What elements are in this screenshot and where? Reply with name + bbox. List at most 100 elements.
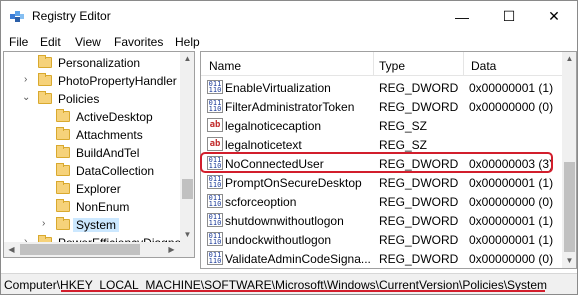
value-name: scforceoption — [225, 195, 297, 209]
registry-values-list[interactable]: Name Type Data 011 110 EnableVirtualizati… — [200, 51, 577, 269]
tree-item-label: BuildAndTel — [76, 146, 140, 160]
value-name: shutdownwithoutlogon — [225, 214, 344, 228]
value-row-noconnecteduser[interactable]: 011 110 NoConnectedUser REG_DWORD 0x00000… — [201, 154, 563, 173]
value-row[interactable]: ab legalnoticecaption REG_SZ — [201, 116, 563, 135]
tree-item-photopropertyhandler[interactable]: › PhotoPropertyHandler — [4, 72, 180, 90]
column-header-name[interactable]: Name — [209, 59, 241, 73]
tree-item-label: Attachments — [76, 128, 143, 142]
value-type: REG_DWORD — [379, 100, 459, 114]
value-data: 0x00000001 (1) — [469, 176, 554, 190]
tree-item-nonenum[interactable]: NonEnum — [4, 198, 180, 216]
minimize-button[interactable]: — — [439, 1, 485, 32]
tree-item-attachments[interactable]: Attachments — [4, 126, 180, 144]
value-data: 0x00000000 (0) — [469, 195, 554, 209]
close-button[interactable]: ✕ — [531, 1, 577, 32]
menu-view[interactable]: View — [75, 35, 101, 49]
value-row[interactable]: ab legalnoticetext REG_SZ — [201, 135, 563, 154]
registry-editor-app-icon — [10, 11, 24, 22]
folder-icon — [56, 181, 70, 194]
tree-item-label: Policies — [58, 92, 100, 106]
column-divider[interactable] — [373, 52, 374, 76]
value-type: REG_SZ — [379, 119, 428, 133]
reg-string-icon: ab — [207, 137, 223, 151]
value-row[interactable]: 011 110 FilterAdministratorToken REG_DWOR… — [201, 97, 563, 116]
reg-dword-icon: 011 110 — [207, 99, 223, 113]
expand-arrow-icon[interactable]: › — [24, 74, 27, 85]
minimize-icon: — — [455, 8, 469, 25]
tree-item-label: ActiveDesktop — [76, 110, 153, 124]
scroll-up-arrow-icon[interactable]: ▲ — [562, 52, 576, 66]
tree-item-personalization[interactable]: Personalization — [4, 54, 180, 72]
expand-arrow-icon[interactable]: › — [42, 218, 45, 229]
menu-favorites[interactable]: Favorites — [114, 35, 163, 49]
value-row[interactable]: 011 110 shutdownwithoutlogon REG_DWORD 0x… — [201, 211, 563, 230]
menu-edit[interactable]: Edit — [40, 35, 61, 49]
scroll-up-arrow-icon[interactable]: ▲ — [180, 52, 194, 66]
reg-dword-icon: 011 110 — [207, 232, 223, 246]
value-name: NoConnectedUser — [225, 157, 324, 171]
list-header: Name Type Data — [201, 52, 563, 76]
value-row[interactable]: 011 110 EnableVirtualization REG_DWORD 0x… — [201, 78, 563, 97]
column-divider[interactable] — [463, 52, 464, 76]
value-type: REG_DWORD — [379, 233, 459, 247]
folder-icon — [56, 217, 70, 230]
folder-icon — [38, 55, 52, 68]
menu-file[interactable]: File — [9, 35, 28, 49]
value-row[interactable]: 011 110 undockwithoutlogon REG_DWORD 0x00… — [201, 230, 563, 249]
tree-item-system[interactable]: › System — [4, 216, 180, 234]
tree-item-activedesktop[interactable]: ActiveDesktop — [4, 108, 180, 126]
scrollbar-thumb[interactable] — [564, 162, 575, 252]
menu-bar: File Edit View Favorites Help — [1, 32, 577, 51]
value-row[interactable]: 011 110 ValidateAdminCodeSigna... REG_DWO… — [201, 249, 563, 268]
reg-dword-icon: 011 110 — [207, 80, 223, 94]
list-vertical-scrollbar[interactable]: ▲ ▼ — [562, 52, 576, 268]
registry-editor-window: Registry Editor — ☐ ✕ File Edit View Fav… — [0, 0, 578, 295]
value-type: REG_DWORD — [379, 157, 459, 171]
value-name: ValidateAdminCodeSigna... — [225, 252, 371, 266]
tree-item-label: NonEnum — [76, 200, 130, 214]
value-name: PromptOnSecureDesktop — [225, 176, 362, 190]
value-row[interactable]: 011 110 PromptOnSecureDesktop REG_DWORD 0… — [201, 173, 563, 192]
folder-icon — [56, 127, 70, 140]
scrollbar-thumb[interactable] — [20, 244, 140, 255]
annotation-underline — [61, 290, 545, 292]
value-type: REG_DWORD — [379, 214, 459, 228]
value-type: REG_DWORD — [379, 176, 459, 190]
tree-item-policies[interactable]: ⌄ Policies — [4, 90, 180, 108]
tree-horizontal-scrollbar[interactable]: ◀ ▶ — [4, 242, 194, 257]
value-type: REG_DWORD — [379, 81, 459, 95]
maximize-button[interactable]: ☐ — [486, 1, 532, 32]
tree-item-buildandtel[interactable]: BuildAndTel — [4, 144, 180, 162]
tree-vertical-scrollbar[interactable]: ▲ ▼ — [180, 52, 194, 242]
title-bar: Registry Editor — ☐ ✕ — [1, 1, 577, 32]
folder-icon — [38, 73, 52, 86]
reg-dword-icon: 011 110 — [207, 175, 223, 189]
value-type: REG_SZ — [379, 138, 428, 152]
scrollbar-thumb[interactable] — [182, 179, 193, 199]
reg-dword-icon: 011 110 — [207, 251, 223, 265]
column-header-type[interactable]: Type — [379, 59, 405, 73]
scroll-left-arrow-icon[interactable]: ◀ — [4, 242, 19, 257]
folder-icon — [38, 91, 52, 104]
value-row[interactable]: 011 110 scforceoption REG_DWORD 0x0000000… — [201, 192, 563, 211]
close-icon: ✕ — [548, 8, 560, 24]
value-name: legalnoticetext — [225, 138, 302, 152]
scroll-down-arrow-icon[interactable]: ▼ — [180, 228, 194, 242]
value-data: 0x00000000 (0) — [469, 100, 554, 114]
column-header-data[interactable]: Data — [471, 59, 496, 73]
window-title: Registry Editor — [32, 9, 111, 23]
value-data: 0x00000000 (0) — [469, 252, 554, 266]
tree-item-datacollection[interactable]: DataCollection — [4, 162, 180, 180]
reg-string-icon: ab — [207, 118, 223, 132]
menu-help[interactable]: Help — [175, 35, 200, 49]
reg-dword-icon: 011 110 — [207, 213, 223, 227]
scroll-right-arrow-icon[interactable]: ▶ — [164, 242, 179, 257]
value-data: 0x00000003 (3) — [469, 157, 554, 171]
tree-item-explorer[interactable]: Explorer — [4, 180, 180, 198]
collapse-arrow-icon[interactable]: ⌄ — [22, 92, 30, 103]
folder-icon — [56, 145, 70, 158]
registry-key-tree[interactable]: Personalization › PhotoPropertyHandler ⌄… — [3, 51, 195, 258]
value-data: 0x00000001 (1) — [469, 233, 554, 247]
tree-item-label: DataCollection — [76, 164, 155, 178]
scroll-down-arrow-icon[interactable]: ▼ — [562, 254, 576, 268]
